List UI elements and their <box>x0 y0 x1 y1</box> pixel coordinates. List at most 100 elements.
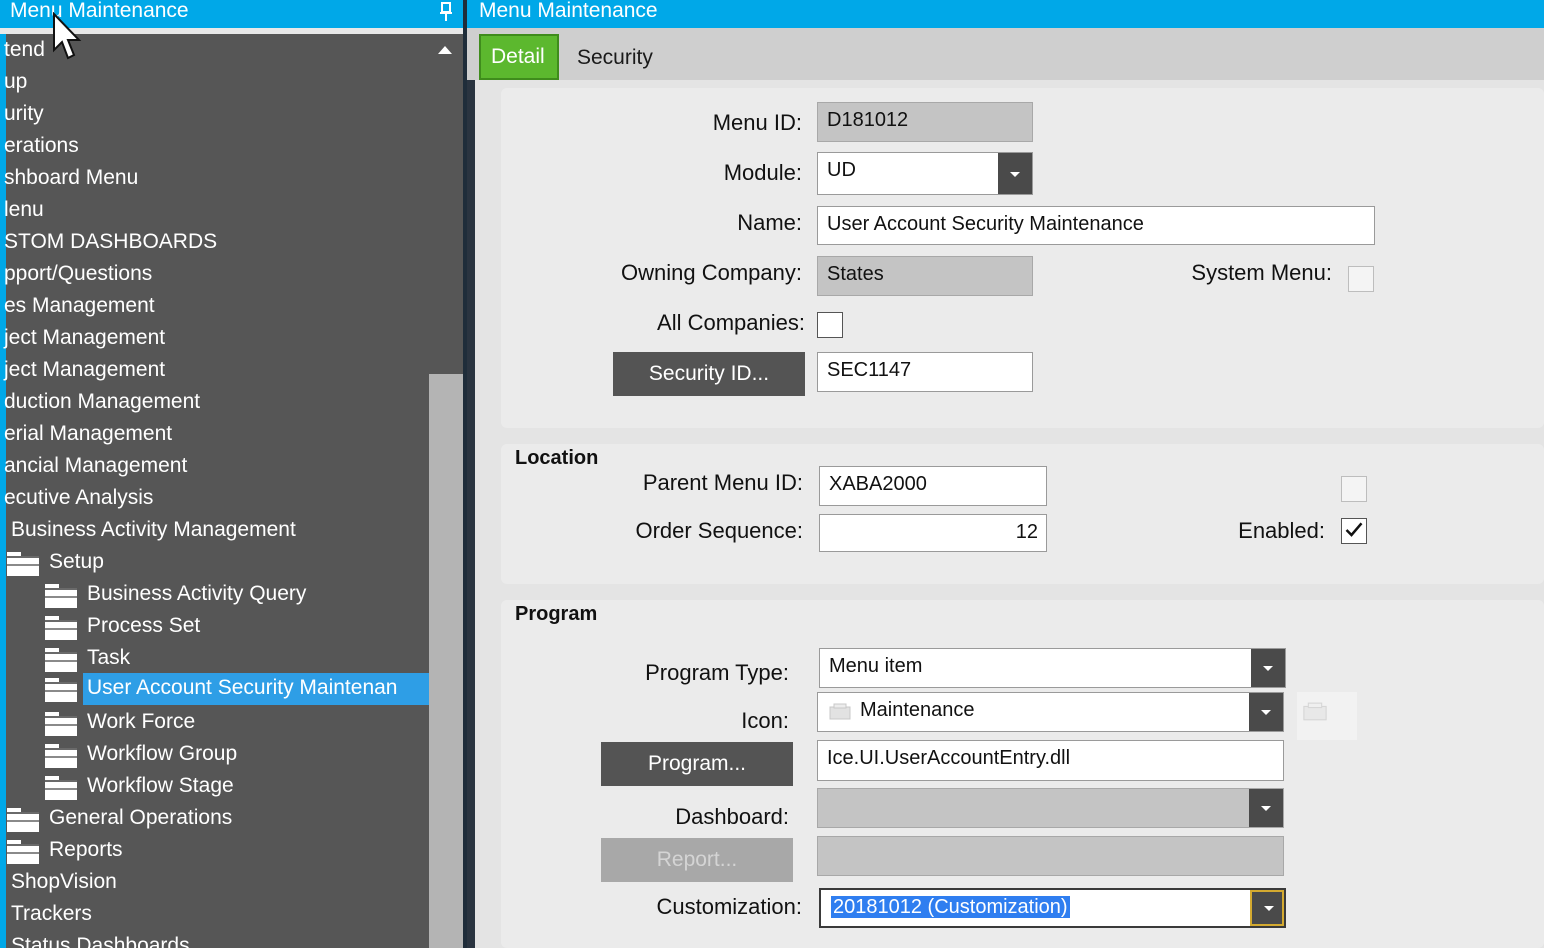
tree-item[interactable]: Work Force <box>87 707 195 737</box>
module-dropdown-arrow-icon[interactable] <box>998 153 1032 194</box>
program-type-dropdown-arrow-icon[interactable] <box>1251 649 1285 687</box>
maintenance-preview-icon <box>1303 702 1327 721</box>
tree-item[interactable]: up <box>4 67 27 97</box>
order-sequence-field[interactable]: 12 <box>819 514 1047 552</box>
security-id-field[interactable]: SEC1147 <box>817 352 1033 392</box>
owning-company-field[interactable]: States <box>817 256 1033 296</box>
tree-item[interactable]: Task <box>87 643 130 673</box>
module-label: Module: <box>723 160 802 185</box>
tree-item-label: Status Dashboards <box>11 934 190 948</box>
tree-item[interactable]: Business Activity Management <box>11 515 296 545</box>
tree-item[interactable]: es Management <box>4 291 155 321</box>
program-title: Program <box>515 603 598 625</box>
folder-icon <box>45 776 77 800</box>
tree-item[interactable]: ject Management <box>4 323 165 353</box>
tree-item-label: erial Management <box>4 422 173 445</box>
panel-border <box>467 80 475 948</box>
tree-item[interactable]: tend <box>4 35 45 65</box>
program-button[interactable]: Program... <box>601 742 793 786</box>
tree-item-label: Task <box>87 646 131 669</box>
folder-icon <box>7 552 39 576</box>
tree-item-label: Trackers <box>11 902 92 925</box>
location-extra-checkbox[interactable] <box>1341 476 1367 502</box>
mouse-cursor-icon <box>53 12 82 60</box>
folder-icon <box>45 584 77 608</box>
icon-dropdown-arrow-icon[interactable] <box>1249 693 1283 731</box>
tree-item-label: duction Management <box>4 390 201 413</box>
tree-scrollbar-thumb[interactable] <box>429 374 463 948</box>
customization-dropdown[interactable]: 20181012 (Customization) <box>819 888 1286 928</box>
parent-menu-id-field[interactable]: XABA2000 <box>819 466 1047 506</box>
tree-item[interactable]: duction Management <box>4 387 200 417</box>
pin-icon[interactable] <box>439 2 453 22</box>
tree-item[interactable]: Business Activity Query <box>87 579 306 609</box>
name-label: Name: <box>737 210 802 235</box>
tree-item[interactable]: ShopVision <box>11 867 117 897</box>
tree-item-label: Workflow Stage <box>87 774 234 797</box>
system-menu-checkbox[interactable] <box>1348 266 1374 292</box>
tree-item-label: Work Force <box>87 710 196 733</box>
dashboard-label: Dashboard: <box>675 804 789 829</box>
folder-icon <box>45 712 77 736</box>
tab-security[interactable]: Security <box>577 46 653 70</box>
customization-value: 20181012 (Customization) <box>831 896 1070 918</box>
tree-item[interactable]: erations <box>4 131 79 161</box>
program-type-dropdown[interactable]: Menu item <box>819 648 1286 688</box>
customization-dropdown-arrow-icon[interactable] <box>1250 890 1284 926</box>
tree-item[interactable]: shboard Menu <box>4 163 138 193</box>
name-field[interactable]: User Account Security Maintenance <box>817 206 1375 245</box>
icon-label: Icon: <box>741 708 789 733</box>
module-value: UD <box>827 159 856 181</box>
maintenance-icon <box>829 703 851 720</box>
icon-preview <box>1297 692 1357 740</box>
report-button[interactable]: Report... <box>601 838 793 882</box>
tree-item[interactable]: STOM DASHBOARDS <box>4 227 217 257</box>
tree-item[interactable]: urity <box>4 99 44 129</box>
tree-item-label: up <box>4 70 28 93</box>
detail-panel: Menu Maintenance Detail Security Menu ID… <box>467 0 1544 948</box>
tree-item[interactable]: erial Management <box>4 419 172 449</box>
tree-item-label: User Account Security Maintenan <box>87 676 398 699</box>
tree-item-label: General Operations <box>49 806 233 829</box>
tree-item-label: ject Management <box>4 326 166 349</box>
program-field[interactable]: Ice.UI.UserAccountEntry.dll <box>817 740 1284 781</box>
tree-item[interactable]: User Account Security Maintenan <box>87 673 398 703</box>
scroll-up-arrow-icon[interactable] <box>438 46 452 54</box>
tree-panel-title: Menu Maintenance <box>10 0 189 22</box>
tree-item-label: Process Set <box>87 614 201 637</box>
tab-detail-label: Detail <box>491 45 545 68</box>
tree-item[interactable]: Workflow Group <box>87 739 237 769</box>
dashboard-dropdown-arrow-icon[interactable] <box>1249 789 1283 827</box>
folder-icon <box>45 648 77 672</box>
tree-item[interactable]: General Operations <box>49 803 232 833</box>
tree-item[interactable]: Process Set <box>87 611 200 641</box>
tree-item[interactable]: Workflow Stage <box>87 771 234 801</box>
tree-item[interactable]: Reports <box>49 835 123 865</box>
all-companies-checkbox[interactable] <box>817 312 843 338</box>
order-sequence-label: Order Sequence: <box>635 518 803 543</box>
tree-item[interactable]: ject Management <box>4 355 165 385</box>
tree-item[interactable]: Setup <box>49 547 104 577</box>
folder-icon <box>7 808 39 832</box>
program-type-value: Menu item <box>829 655 923 677</box>
tree-item[interactable]: lenu <box>4 195 44 225</box>
dashboard-dropdown[interactable] <box>817 788 1284 828</box>
tree-item-label: Reports <box>49 838 123 861</box>
tree-item-label: ecutive Analysis <box>4 486 154 509</box>
tree-item-label: Business Activity Query <box>87 582 307 605</box>
tree-item[interactable]: ancial Management <box>4 451 187 481</box>
tab-detail[interactable]: Detail <box>479 34 559 80</box>
tree-item[interactable]: pport/Questions <box>4 259 152 289</box>
tree-item[interactable]: Trackers <box>11 899 92 929</box>
tree-item[interactable]: ecutive Analysis <box>4 483 153 513</box>
report-field[interactable] <box>817 836 1284 876</box>
icon-value: Maintenance <box>860 699 975 721</box>
folder-icon <box>45 616 77 640</box>
security-id-button[interactable]: Security ID... <box>613 352 805 396</box>
menu-id-field[interactable]: D181012 <box>817 102 1033 142</box>
enabled-checkbox[interactable] <box>1341 518 1367 544</box>
module-dropdown[interactable]: UD <box>817 152 1033 195</box>
tree-item[interactable]: Status Dashboards <box>11 931 190 948</box>
system-menu-label: System Menu: <box>1191 260 1332 285</box>
icon-dropdown[interactable]: Maintenance <box>817 692 1284 732</box>
